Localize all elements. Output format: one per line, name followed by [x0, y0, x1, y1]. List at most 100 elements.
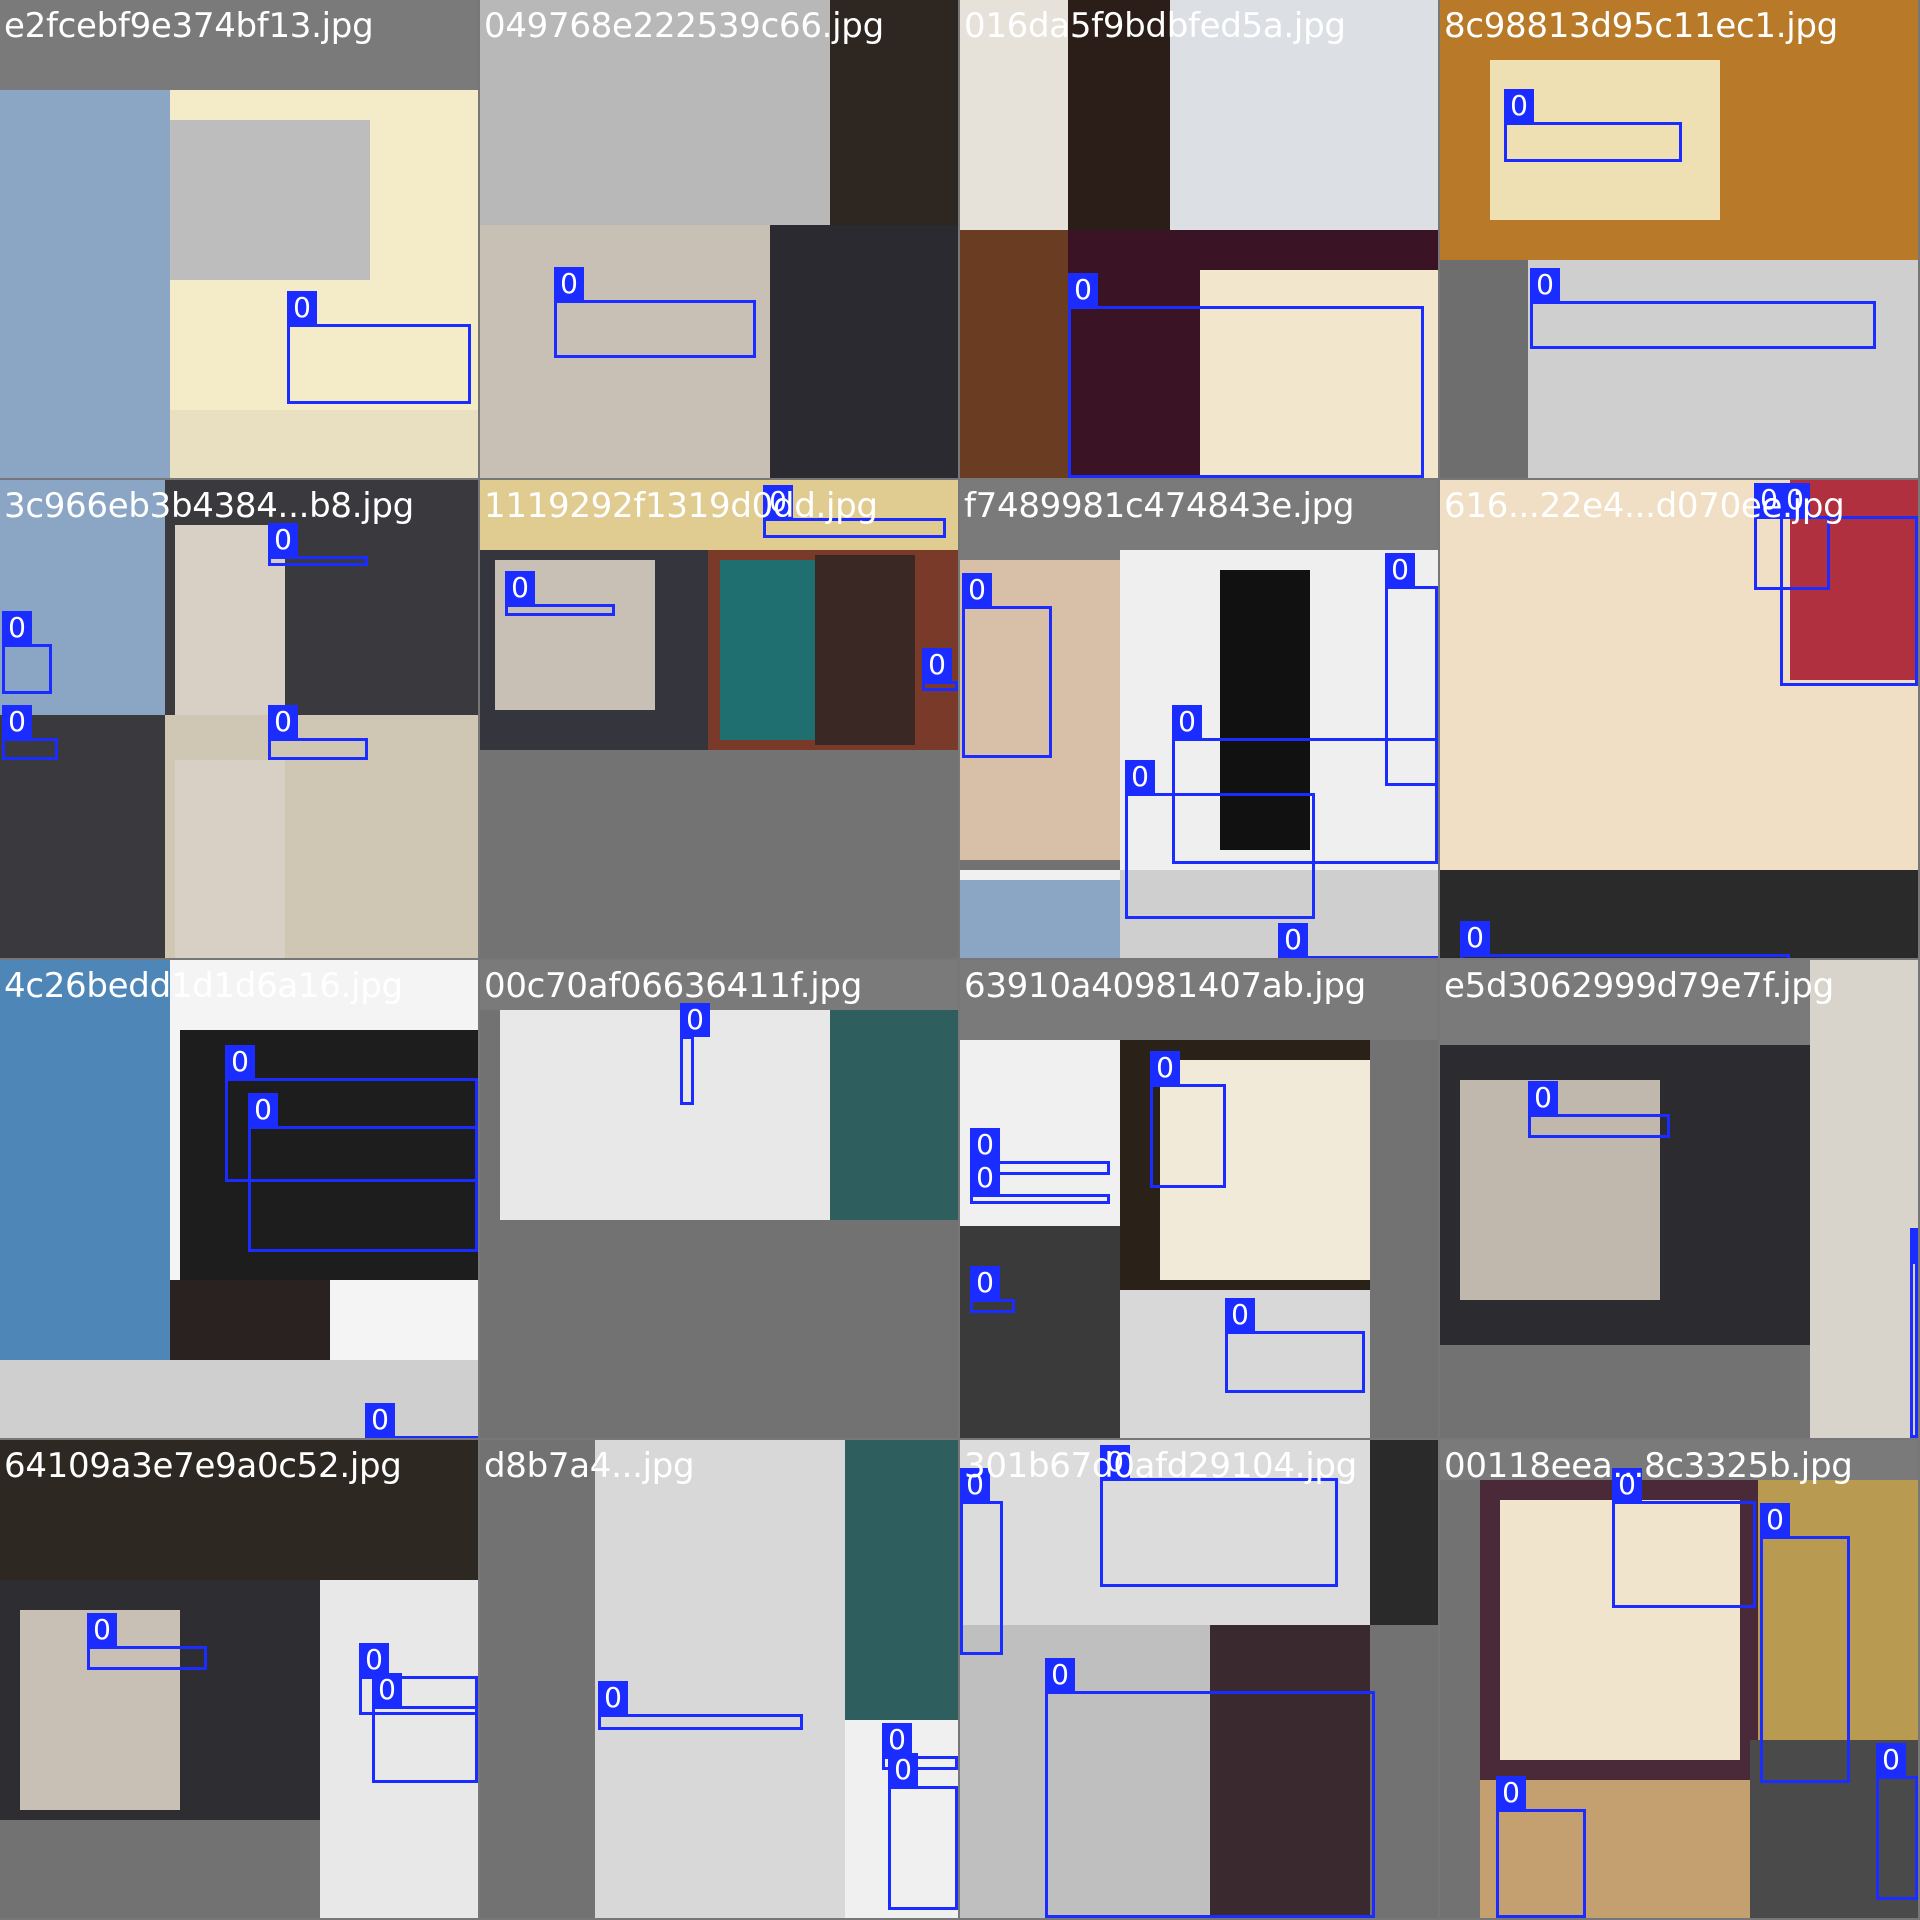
class-label: 0	[1910, 1228, 1918, 1262]
mosaic-tile: 0 0 0 1119292f1319d0dd.jpg	[480, 480, 958, 958]
class-label: 0	[365, 1403, 395, 1437]
detection-box: 0	[1100, 1445, 1338, 1587]
class-label: 0	[554, 267, 584, 301]
detection-box: 0	[372, 1673, 478, 1783]
detection-box: 0	[1530, 268, 1876, 349]
detection-box: 0	[1760, 1503, 1850, 1783]
image-patch	[170, 1280, 330, 1360]
detection-box: 0	[505, 571, 615, 616]
image-patch	[0, 1360, 478, 1438]
class-label: 0	[882, 1723, 912, 1757]
image-patch	[1810, 960, 1918, 1438]
tile-filename: 049768e222539c66.jpg	[484, 6, 884, 46]
class-label: 0	[225, 1045, 255, 1079]
image-patch	[1370, 1440, 1438, 1625]
image-patch	[480, 750, 708, 958]
class-label: 0	[970, 1266, 1000, 1300]
class-label: 0	[1504, 89, 1534, 123]
detection-box: 0	[1125, 760, 1315, 919]
image-patch	[1528, 260, 1918, 478]
detection-box: 0	[1876, 1743, 1918, 1900]
mosaic-tile: 0 0 0 0 00118eea...8c3325b.jpg	[1440, 1440, 1918, 1918]
class-label: 0	[268, 705, 298, 739]
tile-filename: 63910a40981407ab.jpg	[964, 966, 1366, 1006]
image-patch	[1460, 1080, 1660, 1300]
detection-box: 0	[365, 1403, 478, 1438]
image-patch	[170, 120, 370, 280]
image-patch	[480, 1440, 595, 1918]
image-patch	[815, 555, 915, 745]
class-label: 0	[2, 611, 32, 645]
class-label: 0	[1496, 1776, 1526, 1810]
mosaic-tile: 0 0 0 616...22e4...d070ee.jpg	[1440, 480, 1918, 958]
mosaic-tile: 0 00c70af06636411f.jpg	[480, 960, 958, 1438]
class-label: 0	[287, 291, 317, 325]
image-patch	[1440, 1345, 1810, 1438]
image-patch	[595, 1440, 845, 1918]
mosaic-tile: 0 0 0 0 3c966eb3b4384...b8.jpg	[0, 480, 478, 958]
detection-box: 0	[962, 573, 1052, 758]
tile-filename: e5d3062999d79e7f.jpg	[1444, 966, 1834, 1006]
image-patch	[830, 1010, 958, 1220]
tile-filename: 3c966eb3b4384...b8.jpg	[4, 486, 414, 526]
detection-box: 0	[2, 705, 58, 760]
class-label: 0	[970, 1161, 1000, 1195]
image-patch	[960, 1226, 1120, 1438]
class-label: 0	[359, 1643, 389, 1677]
detection-box: 0	[1278, 923, 1438, 958]
image-patch	[0, 1820, 320, 1918]
tile-filename: 1119292f1319d0dd.jpg	[484, 486, 878, 526]
class-label: 0	[1172, 705, 1202, 739]
class-label: 0	[372, 1673, 402, 1707]
detection-box: 0	[970, 1266, 1015, 1313]
class-label: 0	[87, 1613, 117, 1647]
detection-box: 0	[268, 523, 368, 566]
detection-box: 0	[1460, 921, 1790, 958]
detection-box: 0	[287, 291, 471, 404]
class-label: 0	[1225, 1298, 1255, 1332]
class-label: 0	[598, 1681, 628, 1715]
image-patch	[170, 410, 478, 478]
image-patch	[0, 90, 170, 410]
image-patch	[0, 410, 170, 478]
detection-box: 0	[1045, 1658, 1375, 1918]
class-label: 0	[922, 648, 952, 682]
class-label: 0	[962, 573, 992, 607]
mosaic-tile: 0 0 0 0 0 f7489981c474843e.jpg	[960, 480, 1438, 958]
image-patch	[1440, 870, 1918, 958]
class-label: 0	[970, 1128, 1000, 1162]
class-label: 0	[1150, 1051, 1180, 1085]
class-label: 0	[680, 1003, 710, 1037]
detection-box: 0	[960, 1468, 1003, 1655]
mosaic-tile: 0 0 0 64109a3e7e9a0c52.jpg	[0, 1440, 478, 1918]
mosaic-tile: 0 0 8c98813d95c11ec1.jpg	[1440, 0, 1918, 478]
class-label: 0	[1760, 1503, 1790, 1537]
mosaic-tile: 0 049768e222539c66.jpg	[480, 0, 958, 478]
tile-filename: 4c26bedd1d1d6a16.jpg	[4, 966, 403, 1006]
tile-filename: 016da5f9bdbfed5a.jpg	[964, 6, 1346, 46]
detection-box: 0	[1496, 1776, 1586, 1918]
class-label: 0	[248, 1093, 278, 1127]
tile-filename: 616...22e4...d070ee.jpg	[1444, 486, 1845, 526]
mosaic-grid: 0 e2fcebf9e374bf13.jpg 0 049768e222539c66.j…	[0, 0, 1920, 1920]
class-label: 0	[1876, 1743, 1906, 1777]
mosaic-tile: 0 0 e5d3062999d79e7f.jpg	[1440, 960, 1918, 1438]
detection-box: 0	[268, 705, 368, 760]
detection-box: 0	[888, 1753, 958, 1910]
mosaic-tile: 0 0 0 0 0 63910a40981407ab.jpg	[960, 960, 1438, 1438]
detection-box: 0	[1910, 1228, 1918, 1438]
class-label: 0	[1068, 273, 1098, 307]
class-label: 0	[1045, 1658, 1075, 1692]
class-label: 0	[1125, 760, 1155, 794]
image-patch	[960, 880, 1120, 958]
detection-box: 0	[554, 267, 756, 358]
image-patch	[708, 750, 958, 958]
mosaic-tile: 0 0 0 4c26bedd1d1d6a16.jpg	[0, 960, 478, 1438]
image-patch	[0, 960, 170, 1360]
class-label: 0	[888, 1753, 918, 1787]
tile-filename: 00118eea...8c3325b.jpg	[1444, 1446, 1853, 1486]
image-patch	[1440, 260, 1528, 478]
detection-box: 0	[1528, 1081, 1670, 1138]
image-patch	[480, 1220, 958, 1438]
detection-box: 0	[598, 1681, 803, 1730]
